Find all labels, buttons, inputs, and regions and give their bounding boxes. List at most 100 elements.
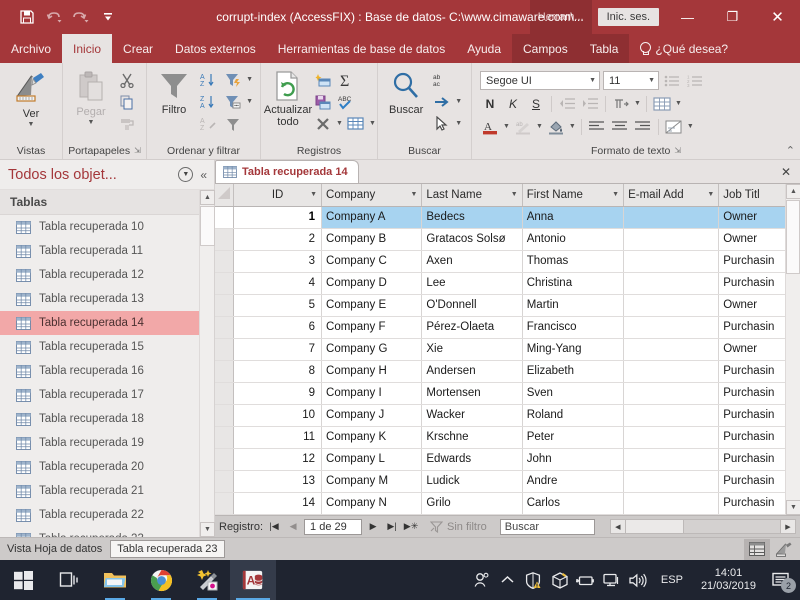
- select-all-corner[interactable]: [215, 184, 235, 207]
- tab-crear[interactable]: Crear: [112, 34, 164, 63]
- nav-item-tabla-17[interactable]: Tabla recuperada 17: [0, 383, 214, 407]
- nav-item-tabla-21[interactable]: Tabla recuperada 21: [0, 479, 214, 503]
- nav-item-tabla-16[interactable]: Tabla recuperada 16: [0, 359, 214, 383]
- save-icon[interactable]: [14, 5, 40, 29]
- scrollbar-thumb[interactable]: [625, 520, 684, 533]
- nav-item-tabla-23[interactable]: Tabla recuperada 23: [0, 527, 214, 537]
- chevron-down-icon[interactable]: ▼: [455, 120, 462, 127]
- chevron-down-icon[interactable]: ▼: [634, 100, 641, 107]
- nav-item-tabla-15[interactable]: Tabla recuperada 15: [0, 335, 214, 359]
- dialog-launcher-icon[interactable]: ⇲: [674, 146, 681, 155]
- show-hidden-icons-icon[interactable]: [495, 560, 521, 600]
- column-header-first-name[interactable]: First Name ▼: [522, 184, 625, 207]
- redo-icon[interactable]: [68, 5, 94, 29]
- goto-icon[interactable]: [431, 91, 453, 112]
- row-selector[interactable]: [215, 382, 235, 405]
- chevron-down-icon[interactable]: ▼: [503, 123, 510, 130]
- security-shield-icon[interactable]: [521, 560, 547, 600]
- format-painter-icon[interactable]: [116, 113, 138, 134]
- chevron-down-icon[interactable]: ▼: [369, 120, 376, 127]
- cell-last-name[interactable]: Ludick: [421, 470, 523, 493]
- nav-item-tabla-10[interactable]: Tabla recuperada 10: [0, 215, 214, 239]
- cell-last-name[interactable]: Xie: [421, 338, 523, 361]
- cell-company[interactable]: Company J: [321, 404, 423, 427]
- cell-last-name[interactable]: Grilo: [421, 492, 523, 515]
- scrollbar-thumb[interactable]: [200, 206, 215, 246]
- scroll-up-icon[interactable]: ▲: [786, 184, 800, 199]
- table-row[interactable]: 7 Company G Xie Ming-Yang Owner: [215, 338, 800, 361]
- cell-company[interactable]: Company F: [321, 316, 423, 339]
- design-view-button[interactable]: [771, 539, 797, 560]
- decrease-indent-icon[interactable]: [557, 94, 577, 114]
- copy-icon[interactable]: [116, 91, 138, 112]
- italic-button[interactable]: K: [503, 94, 523, 114]
- tell-me-box[interactable]: ¿Qué desea?: [629, 34, 738, 63]
- cell-id[interactable]: 13: [233, 470, 323, 493]
- datasheet-view-button[interactable]: [744, 538, 770, 560]
- cell-first-name[interactable]: Ming-Yang: [522, 338, 625, 361]
- new-record-button[interactable]: ▶✳: [403, 521, 419, 532]
- cell-company[interactable]: Company I: [321, 382, 423, 405]
- cell-company[interactable]: Company A: [321, 206, 423, 229]
- previous-record-button[interactable]: ◀: [285, 521, 301, 532]
- cell-company[interactable]: Company C: [321, 250, 423, 273]
- fill-color-icon[interactable]: [546, 117, 566, 137]
- filter-button[interactable]: Filtro: [152, 68, 196, 118]
- close-button[interactable]: ✕: [755, 0, 800, 34]
- cell-email[interactable]: [623, 470, 720, 493]
- cell-last-name[interactable]: Wacker: [421, 404, 523, 427]
- cell-last-name[interactable]: Edwards: [421, 448, 523, 471]
- row-selector[interactable]: [215, 404, 235, 427]
- google-chrome-button[interactable]: [138, 560, 184, 600]
- row-selector[interactable]: [215, 426, 235, 449]
- cell-last-name[interactable]: Andersen: [421, 360, 523, 383]
- people-icon[interactable]: [469, 560, 495, 600]
- cell-id[interactable]: 1: [233, 206, 323, 229]
- row-selector[interactable]: [215, 338, 235, 361]
- cell-id[interactable]: 2: [233, 228, 323, 251]
- cell-last-name[interactable]: Krschne: [421, 426, 523, 449]
- close-document-icon[interactable]: ✕: [772, 165, 800, 179]
- gridlines-icon[interactable]: [652, 94, 672, 114]
- customize-qat-icon[interactable]: [95, 5, 121, 29]
- table-row[interactable]: 11 Company K Krschne Peter Purchasin: [215, 426, 800, 449]
- clock[interactable]: 14:01 21/03/2019: [693, 567, 764, 593]
- cell-id[interactable]: 8: [233, 360, 323, 383]
- replace-icon[interactable]: ab ac: [431, 69, 453, 90]
- collapse-navigation-pane-icon[interactable]: «: [197, 168, 210, 182]
- font-size-combo[interactable]: 11 ▼: [603, 71, 659, 90]
- text-highlight-icon[interactable]: ab: [513, 117, 533, 137]
- totals-icon[interactable]: Σ: [336, 69, 358, 90]
- chevron-down-icon[interactable]: ▼: [28, 121, 35, 128]
- chevron-down-icon[interactable]: ▼: [310, 191, 317, 198]
- chevron-down-icon[interactable]: ▼: [589, 77, 596, 84]
- underline-button[interactable]: S: [526, 94, 546, 114]
- remove-sort-icon[interactable]: AZ: [198, 113, 220, 134]
- cell-id[interactable]: 3: [233, 250, 323, 273]
- cell-id[interactable]: 7: [233, 338, 323, 361]
- minimize-button[interactable]: —: [665, 0, 710, 34]
- table-row[interactable]: 1 Company A Bedecs Anna Owner: [215, 206, 800, 229]
- cell-email[interactable]: [623, 272, 720, 295]
- chevron-down-icon[interactable]: ▼: [511, 191, 518, 198]
- cell-last-name[interactable]: Gratacos Solsø: [421, 228, 523, 251]
- table-row[interactable]: 10 Company J Wacker Roland Purchasin: [215, 404, 800, 427]
- cell-first-name[interactable]: Thomas: [522, 250, 625, 273]
- next-record-button[interactable]: ▶: [365, 521, 381, 532]
- cell-first-name[interactable]: Anna: [522, 206, 625, 229]
- search-input[interactable]: Buscar: [499, 518, 595, 535]
- collapse-ribbon-button[interactable]: ⌃: [786, 144, 795, 157]
- column-header-email[interactable]: E-mail Add ▼: [623, 184, 720, 207]
- align-right-icon[interactable]: [633, 117, 653, 137]
- cell-email[interactable]: [623, 404, 720, 427]
- nav-item-tabla-11[interactable]: Tabla recuperada 11: [0, 239, 214, 263]
- tab-campos[interactable]: Campos: [512, 34, 579, 63]
- navigation-pane-scrollbar[interactable]: ▲ ▼: [199, 190, 215, 537]
- chevron-down-icon[interactable]: ▼: [569, 123, 576, 130]
- table-row[interactable]: 14 Company N Grilo Carlos Purchasin: [215, 492, 800, 515]
- start-button[interactable]: [0, 560, 46, 600]
- cell-id[interactable]: 10: [233, 404, 323, 427]
- navigation-pane-menu-icon[interactable]: ▼: [178, 167, 194, 182]
- tab-inicio[interactable]: Inicio: [62, 34, 113, 63]
- font-color-icon[interactable]: A: [480, 117, 500, 137]
